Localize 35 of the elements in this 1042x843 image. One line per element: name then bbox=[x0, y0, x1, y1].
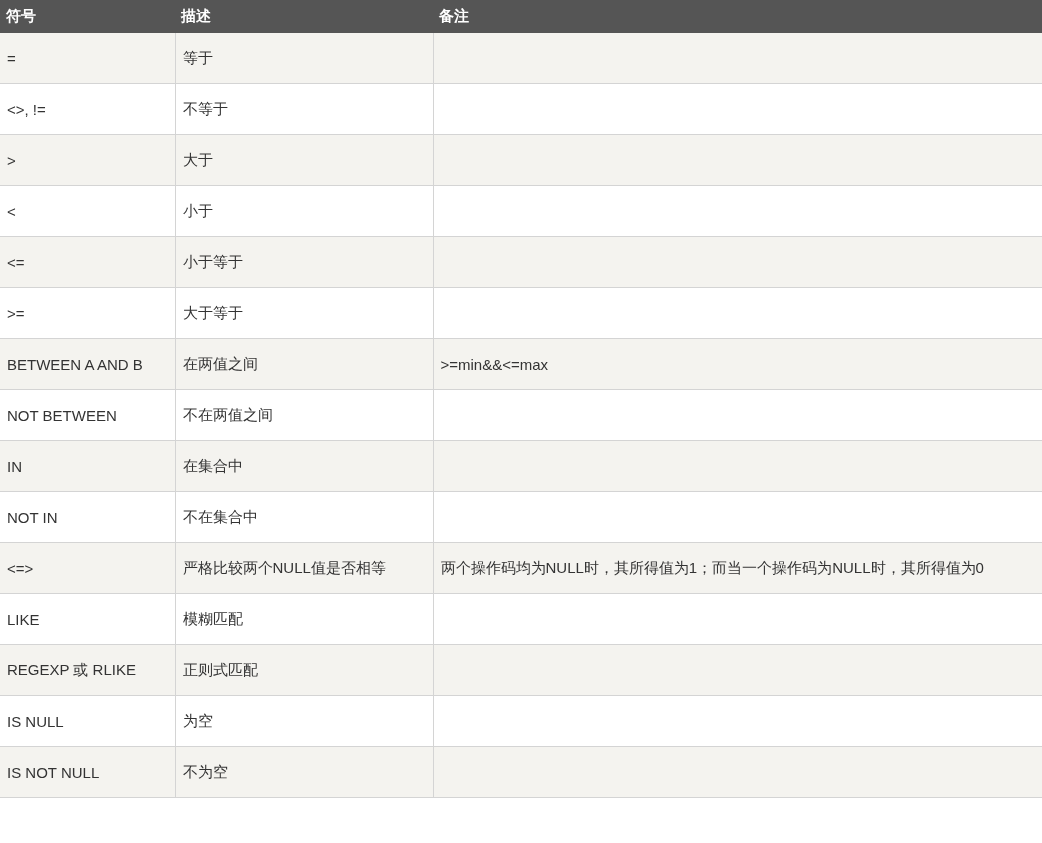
table-cell: BETWEEN A AND B bbox=[0, 338, 175, 390]
table-cell: LIKE bbox=[0, 593, 175, 645]
table-cell: 不在两值之间 bbox=[175, 389, 433, 441]
column-header: 描述 bbox=[175, 0, 433, 33]
table-cell: 严格比较两个NULL值是否相等 bbox=[175, 542, 433, 594]
table-cell: 不为空 bbox=[175, 746, 433, 798]
table-cell: <=> bbox=[0, 542, 175, 594]
table-cell: 小于等于 bbox=[175, 236, 433, 288]
table-cell: 大于 bbox=[175, 134, 433, 186]
table-cell: 正则式匹配 bbox=[175, 644, 433, 696]
table-cell: IS NULL bbox=[0, 695, 175, 747]
table-cell: <>, != bbox=[0, 83, 175, 135]
table-cell: 小于 bbox=[175, 185, 433, 237]
column-header: 备注 bbox=[433, 0, 1042, 33]
table-cell: >= bbox=[0, 287, 175, 339]
table-cell: 等于 bbox=[175, 33, 433, 84]
table-cell: < bbox=[0, 185, 175, 237]
table-cell: REGEXP 或 RLIKE bbox=[0, 644, 175, 696]
table-cell: 不等于 bbox=[175, 83, 433, 135]
table-cell: 两个操作码均为NULL时，其所得值为1；而当一个操作码为NULL时，其所得值为0 bbox=[433, 542, 1042, 594]
table-cell: 模糊匹配 bbox=[175, 593, 433, 645]
column-header: 符号 bbox=[0, 0, 175, 33]
table-cell: 大于等于 bbox=[175, 287, 433, 339]
table-cell: IS NOT NULL bbox=[0, 746, 175, 798]
table-cell: = bbox=[0, 33, 175, 84]
table-cell: 为空 bbox=[175, 695, 433, 747]
table-cell: <= bbox=[0, 236, 175, 288]
table-cell: NOT BETWEEN bbox=[0, 389, 175, 441]
table-cell: >=min&&<=max bbox=[433, 338, 1042, 390]
table-cell: 不在集合中 bbox=[175, 491, 433, 543]
table-cell: > bbox=[0, 134, 175, 186]
table-cell: 在集合中 bbox=[175, 440, 433, 492]
table-cell: NOT IN bbox=[0, 491, 175, 543]
table-cell: IN bbox=[0, 440, 175, 492]
table-cell: 在两值之间 bbox=[175, 338, 433, 390]
